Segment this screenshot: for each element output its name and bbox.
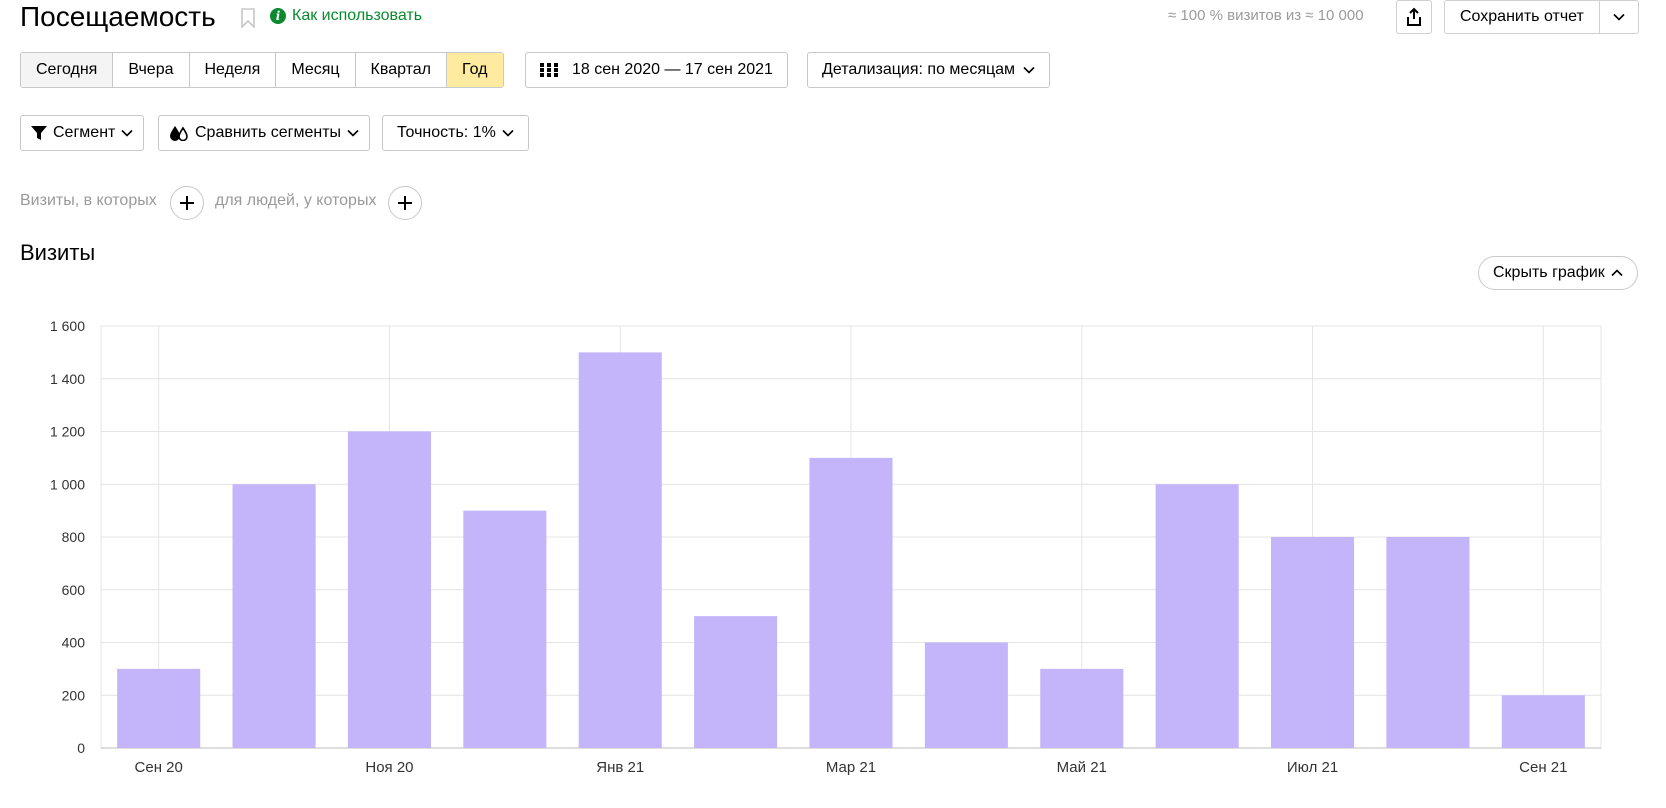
bar[interactable] [809,457,893,748]
plus-icon [180,196,194,210]
bar[interactable] [1271,537,1355,748]
info-icon: i [270,8,286,24]
drops-icon [170,126,188,141]
chevron-down-icon [347,129,359,137]
sampling-info: ≈ 100 % визитов из ≈ 10 000 [1168,7,1364,24]
compare-segments-dropdown[interactable]: Сравнить сегменты [158,115,371,151]
y-tick-label: 400 [62,635,86,651]
segment-label: Сегмент [53,124,116,141]
bar[interactable] [578,352,662,748]
save-options-button[interactable] [1600,1,1638,33]
y-tick-label: 0 [77,740,85,756]
how-to-use-link[interactable]: i Как использовать [270,7,422,25]
y-tick-label: 800 [62,529,86,545]
x-tick-label: Сен 20 [135,759,183,776]
chevron-up-icon [1611,269,1623,277]
date-range-label: 18 сен 2020 — 17 сен 2021 [572,61,773,78]
page-title: Посещаемость [20,1,216,32]
x-tick-label: Июл 21 [1287,759,1338,776]
how-to-use-label: Как использовать [292,7,423,24]
bar[interactable] [463,510,547,748]
hide-chart-label: Скрыть график [1493,264,1605,281]
export-button[interactable] [1396,0,1432,34]
filter-icon [31,126,47,140]
bar[interactable] [1040,668,1124,748]
add-visit-condition-button[interactable] [170,186,204,220]
x-tick-label: Мар 21 [826,759,876,776]
visits-bar-chart: 0 200 400 600 800 1 000 1 200 1 400 1 600 Сен 20… [50,318,1602,776]
x-tick-label: Сен 21 [1519,759,1567,776]
period-month[interactable]: Месяц [276,53,356,87]
hide-chart-button[interactable]: Скрыть график [1478,256,1638,290]
y-tick-label: 200 [62,687,86,703]
period-week[interactable]: Неделя [189,53,277,87]
period-year[interactable]: Год [447,53,503,87]
calendar-grid-icon [540,63,558,77]
chevron-down-icon [1613,13,1625,21]
bar[interactable] [117,668,201,748]
period-quarter[interactable]: Квартал [355,53,448,87]
bar[interactable] [1501,695,1585,748]
x-tick-label: Май 21 [1057,759,1107,776]
accuracy-label: Точность: 1% [397,124,496,141]
bar[interactable] [694,616,778,748]
y-axis-ticks: 0 200 400 600 800 1 000 1 200 1 400 1 600 [50,318,85,756]
bookmark-icon[interactable] [240,8,256,28]
x-tick-label: Ноя 20 [365,759,413,776]
segment-dropdown[interactable]: Сегмент [20,115,145,151]
compare-segments-label: Сравнить сегменты [195,124,342,141]
y-tick-label: 1 200 [50,424,85,440]
bar[interactable] [1386,537,1470,748]
x-tick-label: Янв 21 [596,759,644,776]
chevron-down-icon [502,129,514,137]
period-selector: Сегодня Вчера Неделя Месяц Квартал Год [20,52,504,88]
detail-label: Детализация: по месяцам [822,61,1016,78]
chevron-down-icon [121,129,133,137]
bar[interactable] [1155,484,1239,748]
visits-filter-label: Визиты, в которых [20,192,157,209]
plus-icon [398,196,412,210]
bar[interactable] [232,484,316,748]
x-axis-ticks: Сен 20 Ноя 20 Янв 21 Мар 21 Май 21 Июл 21 Сен … [135,759,1568,776]
add-people-condition-button[interactable] [388,186,422,220]
y-tick-label: 1 400 [50,371,85,387]
save-report-group: Сохранить отчет [1444,0,1639,34]
y-tick-label: 600 [62,582,86,598]
bar[interactable] [347,431,431,749]
detail-dropdown[interactable]: Детализация: по месяцам [807,52,1051,88]
share-icon [1407,7,1421,26]
date-range-button[interactable]: 18 сен 2020 — 17 сен 2021 [525,52,788,88]
section-title: Визиты [20,240,96,265]
save-report-button[interactable]: Сохранить отчет [1445,1,1600,33]
accuracy-dropdown[interactable]: Точность: 1% [382,115,529,151]
people-filter-label: для людей, у которых [215,192,377,209]
chevron-down-icon [1023,66,1035,74]
y-tick-label: 1 600 [50,318,85,334]
period-today[interactable]: Сегодня [21,53,114,87]
y-tick-label: 1 000 [50,476,85,492]
bar[interactable] [924,642,1008,749]
period-yesterday[interactable]: Вчера [113,53,190,87]
